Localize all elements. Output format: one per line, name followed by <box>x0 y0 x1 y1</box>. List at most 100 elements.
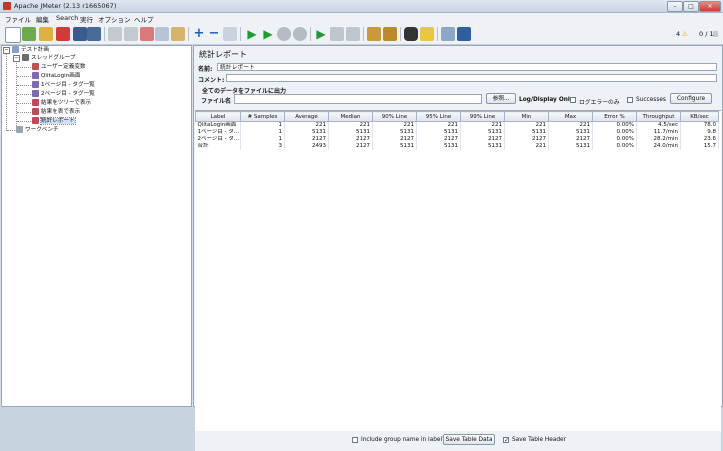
new-icon[interactable] <box>5 27 21 43</box>
tree-node-view-results-table[interactable]: 結果を表で表示 <box>32 108 80 116</box>
start-icon[interactable]: ▶ <box>245 27 259 41</box>
save-header-checkbox[interactable]: ✓ <box>503 437 509 444</box>
clear-all-icon[interactable] <box>383 27 397 41</box>
tree-connector <box>17 67 31 68</box>
column-header-max[interactable]: Max <box>548 111 593 122</box>
table-row[interactable]: QiitaLogin画面 1 221 221 221 221 221 221 2… <box>195 121 719 129</box>
save-table-data-button[interactable]: Save Table Data <box>443 434 495 445</box>
column-header-throughput[interactable]: Throughput <box>636 111 681 122</box>
tree-node-user-vars[interactable]: ユーザー定義変数 <box>32 63 86 71</box>
successes-checkbox[interactable] <box>627 97 633 103</box>
tree-connector <box>17 121 31 122</box>
table-row[interactable]: 合計 3 2493 2127 5131 5131 5131 221 5131 0… <box>195 143 719 150</box>
warning-icon[interactable]: ⚠ <box>682 30 688 38</box>
tree-node-workbench[interactable]: ワークベンチ <box>16 126 59 134</box>
tree-node-page2[interactable]: 2ページ目 - タグ一覧 <box>32 90 95 98</box>
table-cell: 5131 <box>372 143 417 150</box>
filename-input[interactable] <box>234 94 482 104</box>
toolbar-separator <box>363 27 364 41</box>
open-icon[interactable] <box>39 27 53 41</box>
table-row[interactable]: 1ページ目 - タ... 1 5131 5131 5131 5131 5131 … <box>195 129 719 136</box>
column-header-samples[interactable]: # Samples <box>240 111 285 122</box>
tree-node-page1[interactable]: 1ページ目 - タグ一覧 <box>32 81 95 89</box>
tree-connector <box>17 103 31 104</box>
remote-stop-icon[interactable] <box>330 27 344 41</box>
menu-file[interactable]: ファイル <box>5 14 31 24</box>
tree-connector <box>17 85 31 86</box>
shutdown-icon[interactable] <box>293 27 307 41</box>
table-cell: 0.00% <box>592 121 637 129</box>
include-group-checkbox[interactable] <box>352 437 358 443</box>
test-plan-tree[interactable]: − テスト計画 − スレッドグループ ユーザー定義変数 QiitaLogin画面… <box>1 45 192 407</box>
tree-connector <box>16 60 17 130</box>
maximize-button[interactable]: □ <box>683 1 699 12</box>
column-header-90-line[interactable]: 90% Line <box>372 111 417 122</box>
tree-node-test-plan[interactable]: テスト計画 <box>12 46 49 54</box>
redo-icon[interactable] <box>124 27 138 41</box>
errors-only-checkbox[interactable] <box>570 97 576 103</box>
table-cell: 221 <box>504 121 549 129</box>
remote-start-icon[interactable]: ▶ <box>314 27 328 41</box>
table-row[interactable]: 2ページ目 - タ... 1 2127 2127 2127 2127 2127 … <box>195 136 719 143</box>
search-icon[interactable] <box>404 27 418 41</box>
table-cell: 2127 <box>460 136 505 143</box>
expand-toggle-icon[interactable]: − <box>3 47 10 54</box>
column-header-label[interactable]: Label <box>195 111 241 122</box>
table-cell: 2127 <box>416 136 461 143</box>
tree-node-thread-group[interactable]: スレッドグループ <box>22 54 75 62</box>
close-plan-icon[interactable] <box>56 27 70 41</box>
paste-icon[interactable] <box>171 27 185 41</box>
close-button[interactable]: ✕ <box>699 1 721 12</box>
toolbar: + − ▶ ▶ ▶ 4 ⚠ 0 / 1 <box>0 24 723 45</box>
log-display-label: Log/Display Only: <box>519 97 576 103</box>
cut-icon[interactable] <box>140 27 154 41</box>
save-as-icon[interactable] <box>87 27 101 41</box>
statistics-table[interactable]: Label # Samples Average Median 90% Line … <box>195 110 721 432</box>
start-no-pauses-icon[interactable]: ▶ <box>261 27 275 41</box>
table-cell: 2127 <box>328 136 373 143</box>
menu-bar: ファイル 編集 Search 実行 オプション ヘルプ <box>0 13 723 24</box>
column-header-99-line[interactable]: 99% Line <box>460 111 505 122</box>
tree-connector <box>17 94 31 95</box>
copy-icon[interactable] <box>155 27 169 41</box>
browse-button[interactable]: 参照... <box>486 93 516 104</box>
minimize-button[interactable]: – <box>667 1 683 12</box>
table-cell: 5131 <box>416 143 461 150</box>
menu-edit[interactable]: 編集 <box>36 14 49 24</box>
tree-node-aggregate-report[interactable]: 統計レポート <box>32 117 76 125</box>
column-header-average[interactable]: Average <box>284 111 329 122</box>
table-cell: 221 <box>284 121 329 129</box>
stop-icon[interactable] <box>277 27 291 41</box>
name-field[interactable]: 統計レポート <box>217 63 717 71</box>
column-header-95-line[interactable]: 95% Line <box>416 111 461 122</box>
tree-node-qiita-login[interactable]: QiitaLogin画面 <box>32 72 80 80</box>
clear-icon[interactable] <box>367 27 381 41</box>
undo-icon[interactable] <box>108 27 122 41</box>
column-header-error[interactable]: Error % <box>592 111 637 122</box>
column-header-kb-sec[interactable]: KB/sec <box>680 111 719 122</box>
comment-field[interactable] <box>226 74 717 82</box>
tree-node-view-results-tree[interactable]: 結果をツリーで表示 <box>32 99 91 107</box>
warning-count: 4 <box>676 30 681 38</box>
table-cell: 5131 <box>284 129 329 136</box>
toggle-icon[interactable] <box>223 27 237 41</box>
collapse-all-icon[interactable]: − <box>207 27 221 41</box>
help-icon[interactable] <box>457 27 471 41</box>
save-header-label: Save Table Header <box>512 437 567 443</box>
function-helper-icon[interactable] <box>441 27 455 41</box>
expand-all-icon[interactable]: + <box>192 27 206 41</box>
expand-toggle-icon[interactable]: − <box>13 55 20 62</box>
menu-run[interactable]: 実行 <box>80 14 93 24</box>
templates-icon[interactable] <box>22 27 36 41</box>
menu-options[interactable]: オプション <box>98 14 131 24</box>
save-icon[interactable] <box>73 27 87 41</box>
configure-button[interactable]: Configure <box>670 93 712 104</box>
column-header-median[interactable]: Median <box>328 111 373 122</box>
table-cell: 2127 <box>372 136 417 143</box>
column-header-min[interactable]: Min <box>504 111 549 122</box>
remote-shutdown-icon[interactable] <box>346 27 360 41</box>
menu-search[interactable]: Search <box>56 14 78 22</box>
tree-connector <box>7 130 15 131</box>
menu-help[interactable]: ヘルプ <box>134 14 154 24</box>
reset-search-icon[interactable] <box>420 27 434 41</box>
